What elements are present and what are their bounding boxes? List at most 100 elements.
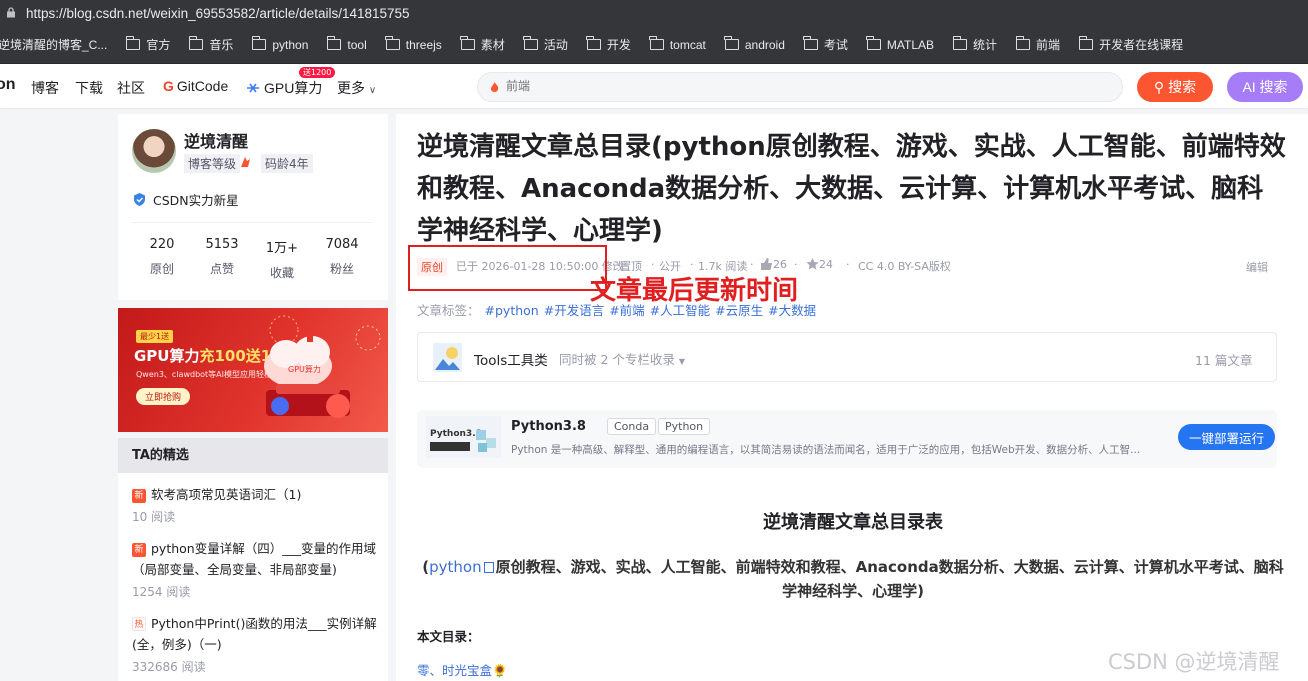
list-item[interactable]: 新软考高项常见英语词汇（1) 10 阅读: [132, 484, 382, 525]
folder-icon: [952, 36, 968, 50]
env-name: Python3.8: [511, 419, 586, 434]
folder-icon: [1078, 36, 1094, 50]
toc-subheading: (python 原创教程、游戏、实战、人工智能、前端特效和教程、Anaconda数…: [422, 558, 1284, 600]
deploy-run-button[interactable]: 一键部署运行: [1178, 424, 1275, 450]
search-input[interactable]: [506, 79, 1006, 93]
env-chip: Python: [658, 418, 711, 435]
python-link[interactable]: python: [429, 558, 481, 576]
tag-link[interactable]: #python: [485, 303, 539, 318]
caret-down-icon: ▼: [678, 357, 686, 366]
csdn-watermark: CSDN @逆境清醒: [1108, 650, 1280, 674]
nav-blog[interactable]: 博客: [31, 78, 59, 98]
license-label[interactable]: CC 4.0 BY-SA版权: [858, 258, 951, 274]
folder-icon: [649, 36, 664, 50]
bookmark-item[interactable]: 开发者在线课程: [1078, 36, 1183, 53]
folder-icon: [188, 36, 204, 50]
nav-community[interactable]: 社区: [117, 78, 145, 98]
author-name[interactable]: 逆境清醒: [184, 128, 248, 152]
column-icon: [433, 343, 462, 372]
bookmark-item[interactable]: tomcat: [649, 36, 706, 52]
list-item[interactable]: 热 Python中Print()函数的用法___实例详解(全，例多)（一) 332…: [132, 613, 382, 675]
csdn-logo[interactable]: on: [0, 76, 16, 94]
bookmark-item[interactable]: 逆境清醒的博客_C...: [0, 36, 107, 53]
blog-level-icon: [241, 157, 250, 167]
bookmark-item[interactable]: threejs: [385, 36, 442, 52]
new-badge: 新: [132, 489, 146, 503]
folder-icon: [724, 36, 739, 50]
python-logo-icon: Python3.8: [430, 429, 496, 452]
stat-likes[interactable]: 5153 点赞: [192, 223, 252, 286]
article-tags: 文章标签： #python #开发语言 #前端 #人工智能 #云原生 #大数据: [417, 300, 816, 319]
coding-age-badge: 码龄4年: [261, 154, 313, 173]
stat-original[interactable]: 220 原创: [132, 223, 192, 286]
folder-icon: [385, 36, 400, 50]
browser-address-bar[interactable]: https://blog.csdn.net/weixin_69553582/ar…: [0, 0, 1308, 26]
nav-gitcode[interactable]: G GitCode: [163, 78, 228, 94]
hot-badge: 热: [132, 617, 146, 631]
banner-tag: 最少1送: [136, 330, 174, 343]
tag-link[interactable]: #云原生: [715, 303, 763, 318]
blog-level-label: 博客等级: [184, 154, 241, 173]
column-count: 11 篇文章: [1195, 353, 1253, 368]
bookmark-item[interactable]: 开发: [586, 36, 631, 53]
bookmarks-bar: 逆境清醒的博客_C... 官方 音乐 python tool threejs 素材 活动 开发 t…: [0, 26, 1308, 64]
star-icon: [806, 258, 819, 270]
python-env-card[interactable]: Python3.8 Python3.8 Conda Python Python …: [417, 410, 1277, 468]
ai-search-button[interactable]: AI 搜索: [1227, 72, 1303, 102]
edit-link[interactable]: 编辑: [1246, 259, 1268, 275]
avatar[interactable]: [132, 129, 176, 173]
author-profile-card: 逆境清醒 博客等级 码龄4年 CSDN实力新星 220 原创 5153 点赞 1万+…: [118, 114, 388, 300]
column-included[interactable]: 同时被 2 个专栏收录 ▼: [559, 349, 685, 368]
site-top-nav: on 博客 下载 社区 GGitCode GPU算力 送1200 更多 ∨ ⚲搜…: [0, 64, 1308, 108]
toc-label: 本文目录：: [417, 629, 480, 644]
url-text[interactable]: https://blog.csdn.net/weixin_69553582/ar…: [0, 6, 410, 21]
tag-link[interactable]: #人工智能: [650, 303, 710, 318]
gpu-promo-banner[interactable]: 最少1送 GPU算力充100送100 Qwen3、clawdbot等AI模型应用…: [118, 308, 388, 432]
search-bar[interactable]: [477, 72, 1123, 102]
bookmark-item[interactable]: 前端: [1015, 36, 1060, 53]
python-thumbnail: Python3.8: [426, 416, 501, 458]
bookmark-item[interactable]: 统计: [952, 36, 997, 53]
bookmark-item[interactable]: 考试: [803, 36, 848, 53]
folder-icon: [326, 36, 342, 50]
column-name[interactable]: Tools工具类: [474, 349, 548, 369]
bookmark-item[interactable]: tool: [326, 36, 367, 52]
env-chip: Conda: [607, 418, 657, 435]
nav-gpu[interactable]: GPU算力: [246, 78, 322, 98]
column-card[interactable]: Tools工具类 同时被 2 个专栏收录 ▼ 11 篇文章: [417, 332, 1277, 382]
bookmark-item[interactable]: MATLAB: [866, 36, 934, 52]
cloud-gift-illustration: GPU算力: [264, 315, 381, 418]
stat-favorites[interactable]: 1万+ 收藏: [252, 223, 312, 286]
search-button[interactable]: ⚲ 搜索: [1137, 72, 1213, 102]
tag-link[interactable]: #大数据: [768, 303, 816, 318]
banner-buy-button[interactable]: 立即抢购: [136, 388, 191, 405]
bookmark-item[interactable]: android: [724, 36, 785, 52]
shield-icon: [134, 193, 145, 206]
annotation-highlight-box: [408, 245, 607, 291]
folder-icon: [803, 36, 818, 50]
list-item[interactable]: 新 python变量详解（四）___变量的作用域（局部变量、全局变量、非局部变量)…: [132, 538, 382, 600]
svg-text:Python3.8: Python3.8: [430, 429, 482, 439]
bookmark-item[interactable]: 官方: [125, 36, 170, 53]
chevron-down-icon: ∨: [368, 85, 377, 96]
author-stats: 220 原创 5153 点赞 1万+ 收藏 7084 粉丝: [132, 222, 373, 286]
bookmark-item[interactable]: 音乐: [188, 36, 233, 53]
bookmark-item[interactable]: python: [251, 36, 308, 52]
honor-badge[interactable]: CSDN实力新星: [132, 190, 239, 209]
toc-link[interactable]: 零、时光宝盒🌻: [417, 660, 508, 679]
nav-more[interactable]: 更多 ∨: [337, 78, 376, 98]
bookmark-item[interactable]: 素材: [460, 36, 505, 53]
thumbs-up-icon: [761, 258, 772, 270]
bookmark-item[interactable]: 活动: [523, 36, 568, 53]
banner-cloud-label: GPU算力: [288, 364, 321, 374]
stat-fans[interactable]: 7084 粉丝: [312, 223, 372, 286]
external-link-icon: [483, 562, 494, 573]
tag-link[interactable]: #开发语言: [544, 303, 604, 318]
favorite-button[interactable]: 24: [806, 258, 833, 271]
folder-icon: [125, 36, 141, 50]
nav-download[interactable]: 下载: [75, 78, 103, 98]
meta-dot: ·: [846, 258, 850, 271]
site-info-icon[interactable]: [6, 7, 16, 18]
folder-icon: [866, 36, 881, 50]
tag-link[interactable]: #前端: [609, 303, 644, 318]
